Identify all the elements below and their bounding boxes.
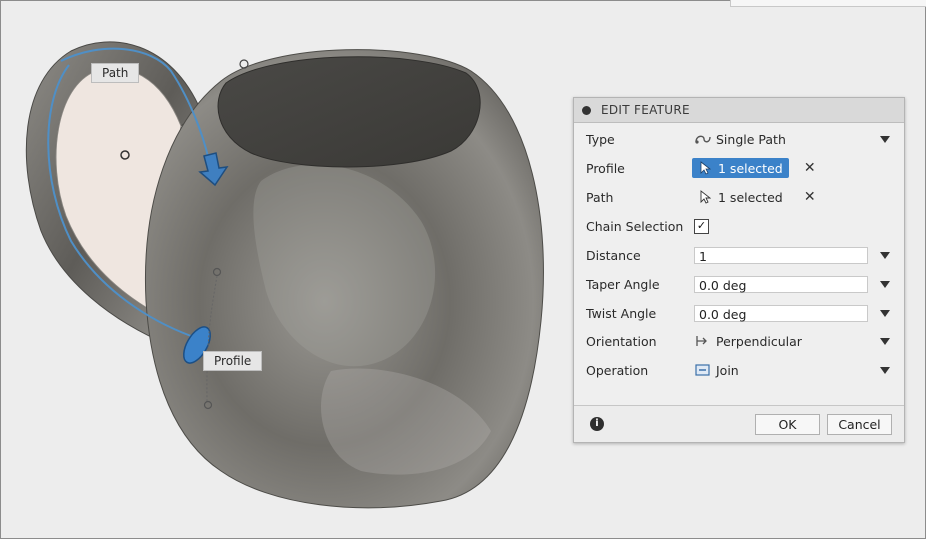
path-selected-count: 1 selected xyxy=(718,189,783,205)
cancel-button[interactable]: Cancel xyxy=(827,414,892,435)
row-path: Path 1 selected ✕ xyxy=(574,184,904,210)
taper-angle-control: 0.0 deg xyxy=(694,275,868,293)
row-profile: Profile 1 selected ✕ xyxy=(574,155,904,181)
chain-selection-label: Chain Selection xyxy=(586,218,684,234)
dialog-footer: i OK Cancel xyxy=(574,405,904,442)
chevron-down-icon[interactable] xyxy=(880,280,890,288)
orientation-value: Perpendicular xyxy=(716,333,802,349)
profile-label: Profile xyxy=(586,160,625,176)
dialog-title: EDIT FEATURE xyxy=(601,103,690,117)
ok-button[interactable]: OK xyxy=(755,414,820,435)
chevron-down-icon[interactable] xyxy=(880,337,890,345)
perpendicular-icon xyxy=(694,334,712,348)
distance-field[interactable]: 1 xyxy=(694,246,868,264)
chain-selection-control: ✓ xyxy=(694,218,709,234)
operation-dropdown[interactable]: Join xyxy=(694,363,739,378)
profile-select-button[interactable]: 1 selected xyxy=(692,158,789,178)
path-callout: Path xyxy=(91,63,140,83)
select-cursor-icon xyxy=(696,190,714,204)
chevron-down-icon[interactable] xyxy=(880,366,890,374)
chevron-down-icon[interactable] xyxy=(880,135,890,143)
type-dropdown[interactable]: Single Path xyxy=(694,132,786,147)
select-cursor-icon xyxy=(696,161,714,175)
row-distance: Distance 1 xyxy=(574,242,904,268)
row-taper-angle: Taper Angle 0.0 deg xyxy=(574,271,904,297)
profile-selector-group: 1 selected ✕ xyxy=(692,158,817,178)
twist-angle-label: Twist Angle xyxy=(586,305,657,321)
orientation-label: Orientation xyxy=(586,333,657,349)
collapse-icon[interactable] xyxy=(582,105,591,115)
chevron-down-icon[interactable] xyxy=(880,251,890,259)
type-value: Single Path xyxy=(716,131,786,147)
edit-feature-dialog: EDIT FEATURE Type Single Path Profile 1 … xyxy=(573,97,905,443)
row-twist-angle: Twist Angle 0.0 deg xyxy=(574,300,904,326)
chevron-down-icon[interactable] xyxy=(880,309,890,317)
row-type: Type Single Path xyxy=(574,126,904,152)
single-path-icon xyxy=(694,132,712,146)
mug-opening xyxy=(217,56,481,168)
join-icon xyxy=(694,363,712,377)
chain-selection-checkbox[interactable]: ✓ xyxy=(694,218,709,234)
profile-selected-count: 1 selected xyxy=(718,160,783,176)
operation-label: Operation xyxy=(586,362,649,378)
path-select-button[interactable]: 1 selected xyxy=(692,187,789,207)
sketch-point[interactable] xyxy=(239,59,249,69)
profile-callout: Profile xyxy=(203,351,263,371)
row-orientation: Orientation Perpendicular xyxy=(574,328,904,354)
row-operation: Operation Join xyxy=(574,357,904,383)
clear-profile-icon[interactable]: ✕ xyxy=(803,160,817,176)
operation-value: Join xyxy=(716,362,739,378)
orientation-dropdown[interactable]: Perpendicular xyxy=(694,334,802,349)
path-selector-group: 1 selected ✕ xyxy=(692,187,817,207)
taper-angle-label: Taper Angle xyxy=(586,276,660,292)
row-chain-selection: Chain Selection ✓ xyxy=(574,213,904,239)
type-label: Type xyxy=(586,131,615,147)
dialog-header[interactable]: EDIT FEATURE xyxy=(574,98,904,123)
info-icon[interactable]: i xyxy=(590,417,604,431)
distance-control: 1 xyxy=(694,246,868,264)
twist-angle-field[interactable]: 0.0 deg xyxy=(694,304,868,322)
taper-angle-field[interactable]: 0.0 deg xyxy=(694,275,868,293)
clear-path-icon[interactable]: ✕ xyxy=(803,189,817,205)
distance-label: Distance xyxy=(586,247,641,263)
twist-angle-control: 0.0 deg xyxy=(694,304,868,322)
path-label: Path xyxy=(586,189,614,205)
